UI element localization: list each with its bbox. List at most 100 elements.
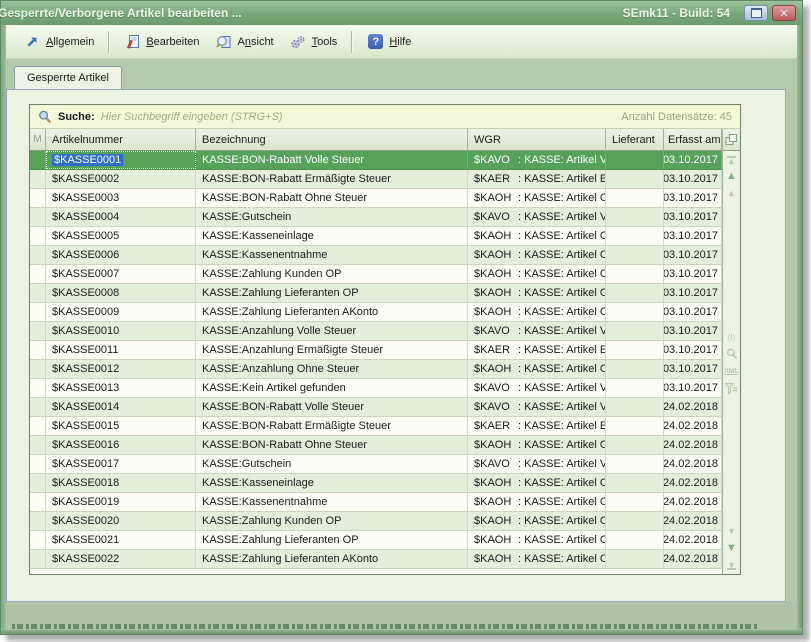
column-chooser-button[interactable]	[723, 129, 740, 151]
lieferant-cell	[606, 512, 664, 530]
artikelnummer-cell: $KASSE0015	[46, 417, 196, 435]
grid-container: Suche: Hier Suchbegriff eingeben (STRG+S…	[29, 104, 741, 575]
scroll-up-small-button[interactable]: ▲	[724, 186, 739, 201]
bezeichnung-cell: KASSE:Zahlung Kunden OP	[196, 265, 468, 283]
table-row[interactable]: $KASSE0006 KASSE:Kassenentnahme $KAOH: K…	[30, 246, 722, 265]
table-row[interactable]: $KASSE0019 KASSE:Kassenentnahme $KAOH: K…	[30, 493, 722, 512]
screen: Gesperrte/Verborgene Artikel bearbeiten …	[0, 0, 811, 642]
table-row[interactable]: $KASSE0004 KASSE:Gutschein $KAVO: KASSE:…	[30, 208, 722, 227]
table-row[interactable]: $KASSE0002 KASSE:BON-Rabatt Ermäßigte St…	[30, 170, 722, 189]
erfasst-am-cell: 03.10.2017	[664, 208, 722, 226]
group-button[interactable]: (I)	[724, 330, 739, 345]
marker-cell	[30, 417, 46, 435]
lieferant-cell	[606, 284, 664, 302]
artikelnummer-cell: $KASSE0020	[46, 512, 196, 530]
restore-button[interactable]	[744, 5, 768, 21]
menu-item-hilfe[interactable]: ? Hilfe	[359, 30, 419, 54]
table-row[interactable]: $KASSE0009 KASSE:Zahlung Lieferanten AKo…	[30, 303, 722, 322]
table-row[interactable]: $KASSE0003 KASSE:BON-Rabatt Ohne Steuer …	[30, 189, 722, 208]
scroll-to-bottom-button[interactable]: ▼	[724, 558, 739, 573]
wgr-cell: $KAVO: KASSE: Artikel V	[468, 151, 606, 169]
table-row[interactable]: $KASSE0008 KASSE:Zahlung Lieferanten OP …	[30, 284, 722, 303]
erfasst-am-cell: 03.10.2017	[664, 379, 722, 397]
table-row[interactable]: $KASSE0020 KASSE:Zahlung Kunden OP $KAOH…	[30, 512, 722, 531]
artikelnummer-cell: $KASSE0014	[46, 398, 196, 416]
grid-header: M Artikelnummer Bezeichnung WGR Lieferan…	[30, 129, 722, 151]
table-row[interactable]: $KASSE0010 KASSE:Anzahlung Volle Steuer …	[30, 322, 722, 341]
diagonal-arrow-icon	[24, 34, 41, 50]
table-row[interactable]: $KASSE0015 KASSE:BON-Rabatt Ermäßigte St…	[30, 417, 722, 436]
wgr-cell: $KAOH: KASSE: Artikel O	[468, 189, 606, 207]
build-label: SEmk11 - Build: 54	[623, 6, 730, 20]
scroll-down-small-button[interactable]: ▼	[724, 524, 739, 539]
rail-search-button[interactable]	[724, 347, 739, 362]
bezeichnung-cell: KASSE:Zahlung Lieferanten OP	[196, 531, 468, 549]
menu-item-allgemein[interactable]: Allgemein	[16, 30, 102, 54]
lieferant-cell	[606, 493, 664, 511]
search-input[interactable]: Hier Suchbegriff eingeben (STRG+S)	[101, 111, 616, 123]
window-frame-right	[797, 25, 802, 634]
artikelnummer-cell: $KASSE0009	[46, 303, 196, 321]
lieferant-cell	[606, 303, 664, 321]
wgr-cell: $KAER: KASSE: Artikel E	[468, 170, 606, 188]
wgr-cell: $KAOH: KASSE: Artikel O	[468, 436, 606, 454]
column-header-bezeichnung[interactable]: Bezeichnung	[196, 129, 468, 150]
scroll-up-button[interactable]: ▲	[724, 169, 739, 184]
lieferant-cell	[606, 189, 664, 207]
column-chooser-icon	[725, 134, 738, 146]
table-row[interactable]: $KASSE0014 KASSE:BON-Rabatt Volle Steuer…	[30, 398, 722, 417]
artikelnummer-cell: $KASSE0001	[46, 151, 196, 169]
lieferant-cell	[606, 322, 664, 340]
table-row[interactable]: $KASSE0016 KASSE:BON-Rabatt Ohne Steuer …	[30, 436, 722, 455]
lieferant-cell	[606, 151, 664, 169]
lieferant-cell	[606, 531, 664, 549]
column-header-artikelnummer[interactable]: Artikelnummer	[46, 129, 196, 150]
wgr-cell: $KAOH: KASSE: Artikel O	[468, 512, 606, 530]
title-bar[interactable]: Gesperrte/Verborgene Artikel bearbeiten …	[1, 1, 802, 25]
table-row[interactable]: $KASSE0011 KASSE:Anzahlung Ermäßigte Ste…	[30, 341, 722, 360]
scroll-to-top-button[interactable]: ▲	[724, 152, 739, 167]
menu-item-tools[interactable]: Tools	[282, 30, 346, 54]
menu-label: Tools	[312, 36, 338, 48]
wgr-cell: $KAVO: KASSE: Artikel V	[468, 398, 606, 416]
close-button[interactable]: ✕	[772, 5, 796, 21]
column-header-lieferant[interactable]: Lieferant	[606, 129, 664, 150]
view-magnifier-icon	[216, 34, 233, 50]
bezeichnung-cell: KASSE:BON-Rabatt Ohne Steuer	[196, 189, 468, 207]
menu-label: Bearbeiten	[146, 36, 199, 48]
erfasst-am-cell: 03.10.2017	[664, 151, 722, 169]
scroll-down-button[interactable]: ▼	[724, 541, 739, 556]
marker-cell	[30, 246, 46, 264]
filter-button[interactable]	[724, 381, 739, 396]
wgr-cell: $KAVO: KASSE: Artikel V	[468, 455, 606, 473]
bezeichnung-cell: KASSE:Zahlung Lieferanten AKonto	[196, 550, 468, 568]
erfasst-am-cell: 03.10.2017	[664, 246, 722, 264]
bezeichnung-cell: KASSE:Anzahlung Volle Steuer	[196, 322, 468, 340]
table-row[interactable]: $KASSE0022 KASSE:Zahlung Lieferanten AKo…	[30, 550, 722, 569]
erfasst-am-cell: 03.10.2017	[664, 170, 722, 188]
table-row[interactable]: $KASSE0001 KASSE:BON-Rabatt Volle Steuer…	[30, 151, 722, 170]
table-row[interactable]: $KASSE0021 KASSE:Zahlung Lieferanten OP …	[30, 531, 722, 550]
menu-item-ansicht[interactable]: Ansicht	[208, 30, 282, 54]
artikelnummer-cell: $KASSE0018	[46, 474, 196, 492]
wgr-cell: $KAOH: KASSE: Artikel O	[468, 246, 606, 264]
lieferant-cell	[606, 265, 664, 283]
artikelnummer-cell: $KASSE0013	[46, 379, 196, 397]
xml-export-button[interactable]: XML	[724, 364, 739, 379]
column-header-m[interactable]: M	[30, 129, 46, 150]
tab-gesperrte-artikel[interactable]: Gesperrte Artikel	[14, 66, 122, 89]
column-header-wgr[interactable]: WGR	[468, 129, 606, 150]
wgr-cell: $KAOH: KASSE: Artikel O	[468, 550, 606, 568]
table-row[interactable]: $KASSE0013 KASSE:Kein Artikel gefunden $…	[30, 379, 722, 398]
table-row[interactable]: $KASSE0018 KASSE:Kasseneinlage $KAOH: KA…	[30, 474, 722, 493]
column-header-erfasst-am[interactable]: Erfasst am	[664, 129, 722, 150]
table-row[interactable]: $KASSE0012 KASSE:Anzahlung Ohne Steuer $…	[30, 360, 722, 379]
erfasst-am-cell: 03.10.2017	[664, 227, 722, 245]
marker-cell	[30, 303, 46, 321]
table-row[interactable]: $KASSE0005 KASSE:Kasseneinlage $KAOH: KA…	[30, 227, 722, 246]
close-icon: ✕	[779, 7, 788, 20]
table-row[interactable]: $KASSE0017 KASSE:Gutschein $KAVO: KASSE:…	[30, 455, 722, 474]
menu-item-bearbeiten[interactable]: Bearbeiten	[116, 30, 207, 54]
table-row[interactable]: $KASSE0007 KASSE:Zahlung Kunden OP $KAOH…	[30, 265, 722, 284]
bezeichnung-cell: KASSE:Kasseneinlage	[196, 474, 468, 492]
